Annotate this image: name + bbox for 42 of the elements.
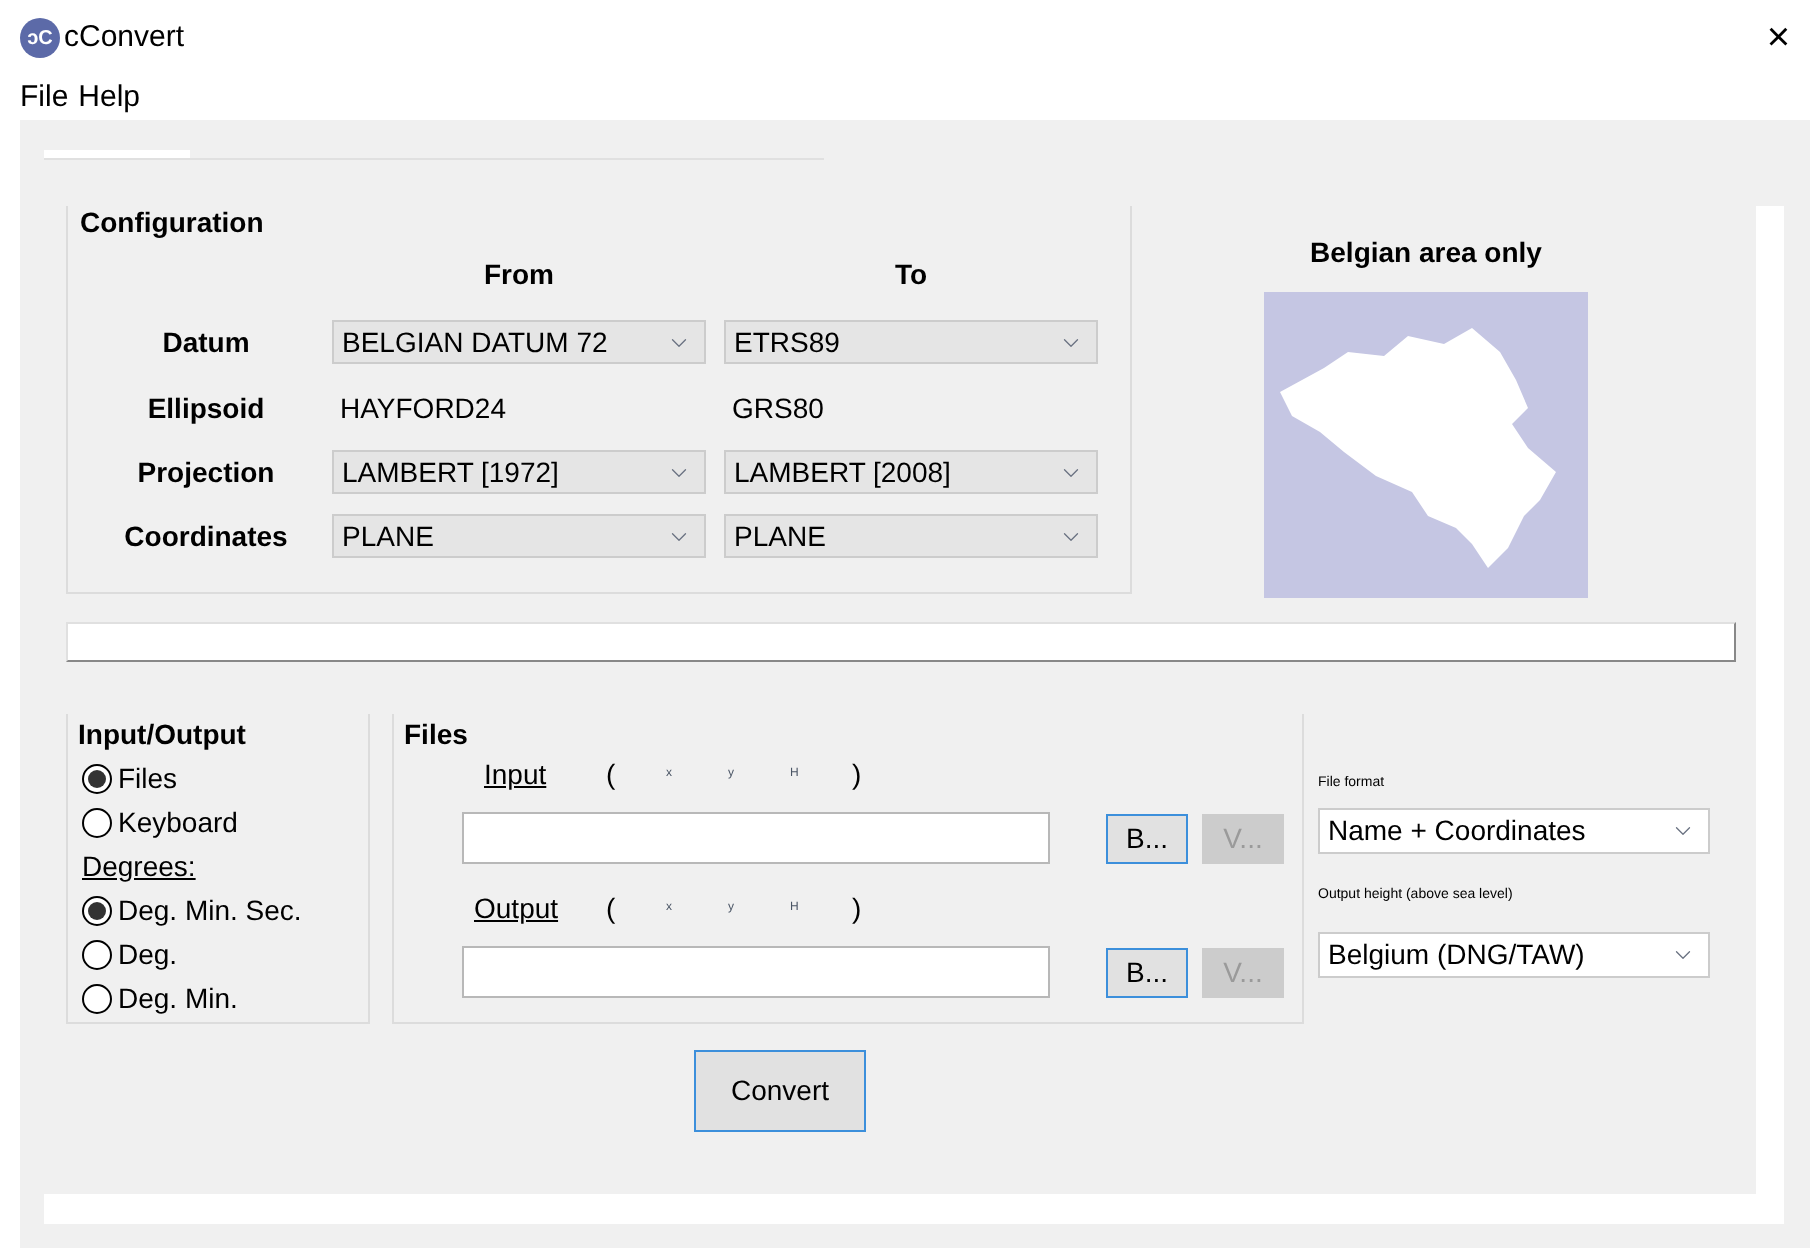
value-text: HAYFORD24 — [340, 391, 506, 423]
dropdown[interactable]: Name + Coordinates — [1318, 808, 1710, 854]
dropdown[interactable]: Belgium (DNG/TAW) — [1318, 932, 1710, 978]
value-text: GRS80 — [732, 391, 824, 423]
group-title: Files — [404, 716, 470, 750]
convert-button[interactable]: Convert — [694, 1050, 866, 1132]
parenthesis: ) — [852, 755, 862, 794]
column-header: To — [892, 255, 930, 293]
parenthesis: ) — [852, 889, 862, 928]
radio-option[interactable]: Files — [82, 756, 368, 800]
degrees-label: Degrees: — [82, 847, 196, 886]
menu-item[interactable]: Help — [78, 75, 141, 121]
radio-option[interactable]: Keyboard — [82, 800, 368, 844]
column-header: From — [482, 255, 556, 293]
parenthesis: ( — [606, 755, 618, 794]
dropdown[interactable]: ETRS89 — [724, 320, 1098, 364]
dropdown[interactable]: LAMBERT [1972] — [332, 450, 706, 494]
row-label: Coordinates — [124, 517, 288, 555]
browse-button[interactable]: B... — [1106, 813, 1188, 863]
menu-item[interactable]: File — [20, 75, 69, 121]
file-path-field[interactable] — [462, 812, 1050, 864]
field-label: Input — [484, 755, 549, 794]
row-label: Ellipsoid — [147, 389, 265, 428]
row-label: Projection — [137, 453, 275, 492]
dropdown[interactable]: LAMBERT [2008] — [724, 450, 1098, 494]
parenthesis: ( — [606, 889, 618, 928]
window-title: cConvert — [64, 17, 185, 58]
close-button[interactable]: × — [1766, 18, 1790, 58]
radio-option[interactable]: Deg. Min. Sec. — [82, 888, 368, 932]
dropdown[interactable]: BELGIAN DATUM 72 — [332, 320, 706, 364]
browse-button[interactable]: B... — [1106, 947, 1188, 997]
file-path-field[interactable] — [462, 946, 1050, 998]
dropdown[interactable]: PLANE — [724, 514, 1098, 558]
group-title: Input/Output — [78, 716, 248, 750]
app-logo: ɔC — [20, 18, 60, 58]
map-title: Belgian area only — [1310, 234, 1542, 272]
group-title: Configuration — [80, 206, 266, 240]
dropdown[interactable]: PLANE — [332, 514, 706, 558]
field-label: Output — [474, 889, 561, 928]
radio-option[interactable]: Deg. Min. — [82, 976, 368, 1020]
radio-option[interactable]: Deg. — [82, 932, 368, 976]
row-label: Datum — [162, 323, 250, 361]
